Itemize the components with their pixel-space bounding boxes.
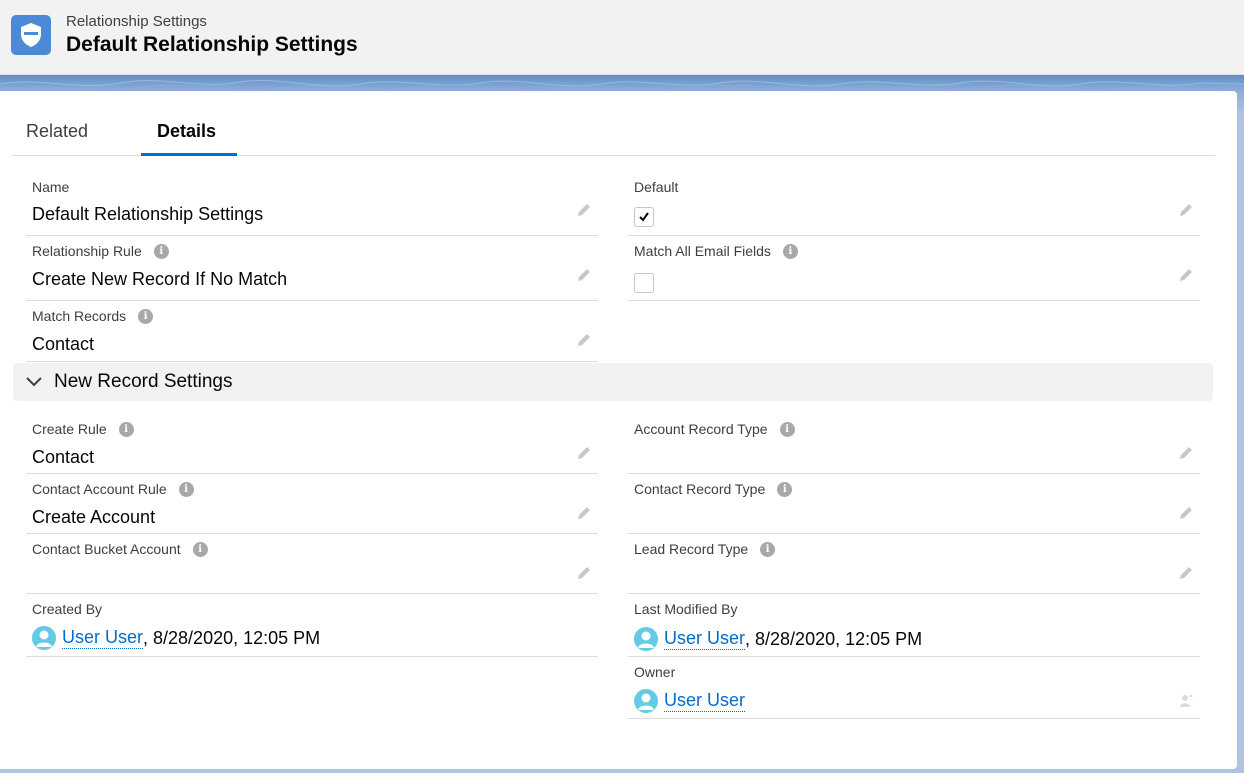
record-header: Relationship Settings Default Relationsh…	[0, 0, 1244, 75]
field-lead-record-type: Lead Record Type i	[628, 534, 1200, 594]
field-contact-account-rule: Contact Account Rule i Create Account	[26, 474, 598, 534]
edit-pencil-icon[interactable]	[1178, 202, 1194, 218]
field-label-text: Contact Record Type	[634, 481, 766, 497]
field-label: Name	[32, 179, 70, 195]
field-default: Default	[628, 172, 1200, 236]
field-label: Lead Record Type i	[634, 541, 776, 557]
info-icon[interactable]: i	[760, 541, 776, 557]
edit-pencil-icon[interactable]	[576, 202, 592, 218]
field-label-text: Account Record Type	[634, 421, 768, 437]
field-value: User User , 8/28/2020, 12:05 PM	[634, 627, 922, 651]
avatar	[32, 626, 56, 650]
field-label: Contact Account Rule i	[32, 481, 194, 497]
field-label: Match Records i	[32, 308, 154, 324]
field-label: Relationship Rule i	[32, 243, 169, 259]
info-icon[interactable]: i	[777, 481, 793, 497]
user-link[interactable]: User User	[664, 628, 746, 650]
edit-pencil-icon[interactable]	[576, 565, 592, 581]
field-value: Create New Record If No Match	[32, 269, 288, 289]
field-label-text: Create Rule	[32, 421, 107, 437]
field-contact-bucket-account: Contact Bucket Account i	[26, 534, 598, 594]
shield-icon	[11, 15, 51, 55]
object-label: Relationship Settings	[66, 13, 207, 30]
field-value: Default Relationship Settings	[32, 204, 264, 224]
change-owner-icon[interactable]	[1178, 693, 1194, 709]
info-icon[interactable]: i	[779, 421, 795, 437]
field-value	[634, 207, 654, 227]
field-match-all-email: Match All Email Fields i	[628, 236, 1200, 301]
edit-pencil-icon[interactable]	[576, 445, 592, 461]
info-icon[interactable]: i	[138, 308, 154, 324]
field-label-text: Lead Record Type	[634, 541, 749, 557]
section-header-new-record-settings[interactable]: New Record Settings	[13, 363, 1213, 401]
user-icon	[36, 630, 52, 647]
record-title: Default Relationship Settings	[66, 33, 358, 56]
user-icon	[638, 693, 654, 710]
modified-timestamp: , 8/28/2020, 12:05 PM	[745, 628, 923, 649]
field-name: Name Default Relationship Settings	[26, 172, 598, 236]
field-value	[634, 273, 654, 293]
tab-details[interactable]: Details	[157, 121, 216, 142]
info-icon[interactable]: i	[118, 421, 134, 437]
field-value: Contact	[32, 447, 95, 467]
field-label-text: Match Records	[32, 308, 127, 324]
field-label-text: Relationship Rule	[32, 243, 142, 259]
info-icon[interactable]: i	[178, 481, 194, 497]
field-value: Contact	[32, 334, 95, 354]
field-label: Contact Record Type i	[634, 481, 793, 497]
field-label: Account Record Type i	[634, 421, 795, 437]
edit-pencil-icon[interactable]	[1178, 445, 1194, 461]
avatar	[634, 689, 658, 713]
field-relationship-rule: Relationship Rule i Create New Record If…	[26, 236, 598, 301]
record-detail-card: Related Details Name Default Relationshi…	[0, 91, 1237, 769]
field-match-records: Match Records i Contact	[26, 301, 598, 362]
edit-pencil-icon[interactable]	[576, 267, 592, 283]
field-label: Last Modified By	[634, 601, 738, 617]
avatar	[634, 627, 658, 651]
user-link[interactable]: User User	[62, 627, 144, 649]
field-value: Create Account	[32, 507, 156, 527]
field-contact-record-type: Contact Record Type i	[628, 474, 1200, 534]
field-value: User User	[634, 689, 746, 713]
field-create-rule: Create Rule i Contact	[26, 414, 598, 474]
field-created-by: Created By User User , 8/28/2020, 12:05 …	[26, 594, 598, 657]
field-owner: Owner User User	[628, 657, 1200, 719]
edit-pencil-icon[interactable]	[1178, 565, 1194, 581]
field-value: User User , 8/28/2020, 12:05 PM	[32, 626, 320, 650]
checkmark-icon	[639, 212, 649, 222]
tab-bar: Related Details	[11, 113, 1215, 156]
field-label-text: Contact Account Rule	[32, 481, 167, 497]
field-label-text: Match All Email Fields	[634, 243, 771, 259]
edit-pencil-icon[interactable]	[576, 505, 592, 521]
field-account-record-type: Account Record Type i	[628, 414, 1200, 474]
created-timestamp: , 8/28/2020, 12:05 PM	[143, 627, 321, 648]
user-icon	[638, 631, 654, 648]
checkbox-unchecked	[634, 273, 654, 293]
field-label: Owner	[634, 664, 676, 680]
edit-pencil-icon[interactable]	[576, 332, 592, 348]
tab-related[interactable]: Related	[26, 121, 88, 142]
field-last-modified-by: Last Modified By User User , 8/28/2020, …	[628, 594, 1200, 657]
info-icon[interactable]: i	[192, 541, 208, 557]
checkbox-checked	[634, 207, 654, 227]
field-label: Contact Bucket Account i	[32, 541, 208, 557]
chevron-down-icon	[26, 377, 42, 387]
field-label-text: Contact Bucket Account	[32, 541, 181, 557]
edit-pencil-icon[interactable]	[1178, 267, 1194, 283]
field-label: Create Rule i	[32, 421, 134, 437]
info-icon[interactable]: i	[782, 243, 798, 259]
section-title: New Record Settings	[54, 371, 233, 392]
active-tab-indicator	[141, 153, 237, 156]
info-icon[interactable]: i	[153, 243, 169, 259]
field-label: Default	[634, 179, 679, 195]
user-link[interactable]: User User	[664, 690, 746, 712]
edit-pencil-icon[interactable]	[1178, 505, 1194, 521]
field-label: Created By	[32, 601, 103, 617]
field-label: Match All Email Fields i	[634, 243, 798, 259]
